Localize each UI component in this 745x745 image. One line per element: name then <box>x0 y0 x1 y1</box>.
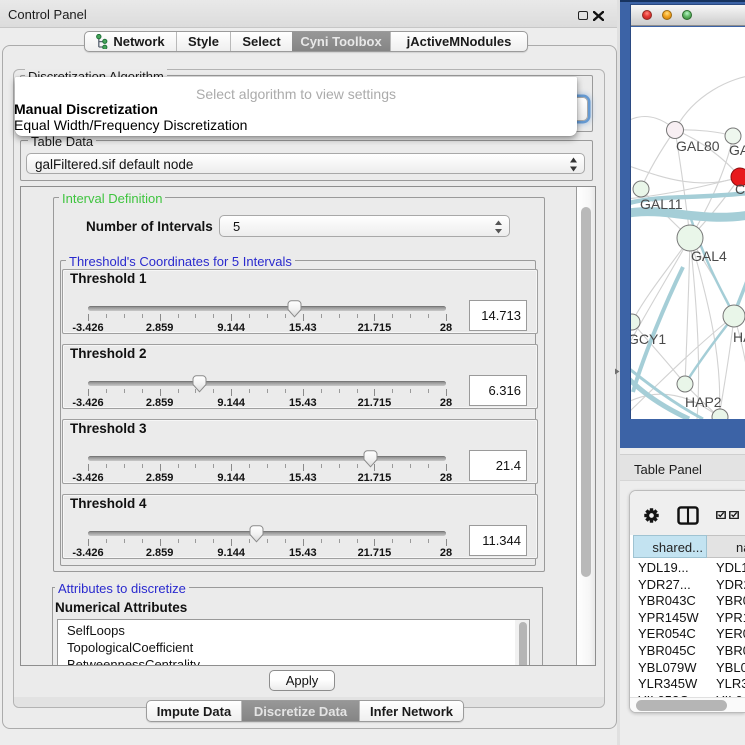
svg-text:GAL4: GAL4 <box>691 248 727 264</box>
svg-text:C: C <box>735 181 745 197</box>
svg-text:GAL80: GAL80 <box>676 138 720 154</box>
svg-text:HA: HA <box>733 329 745 345</box>
svg-text:GA: GA <box>729 142 745 158</box>
svg-text:GCY1: GCY1 <box>631 331 666 347</box>
svg-text:GAL11: GAL11 <box>640 196 683 212</box>
svg-text:HAP2: HAP2 <box>685 394 722 410</box>
